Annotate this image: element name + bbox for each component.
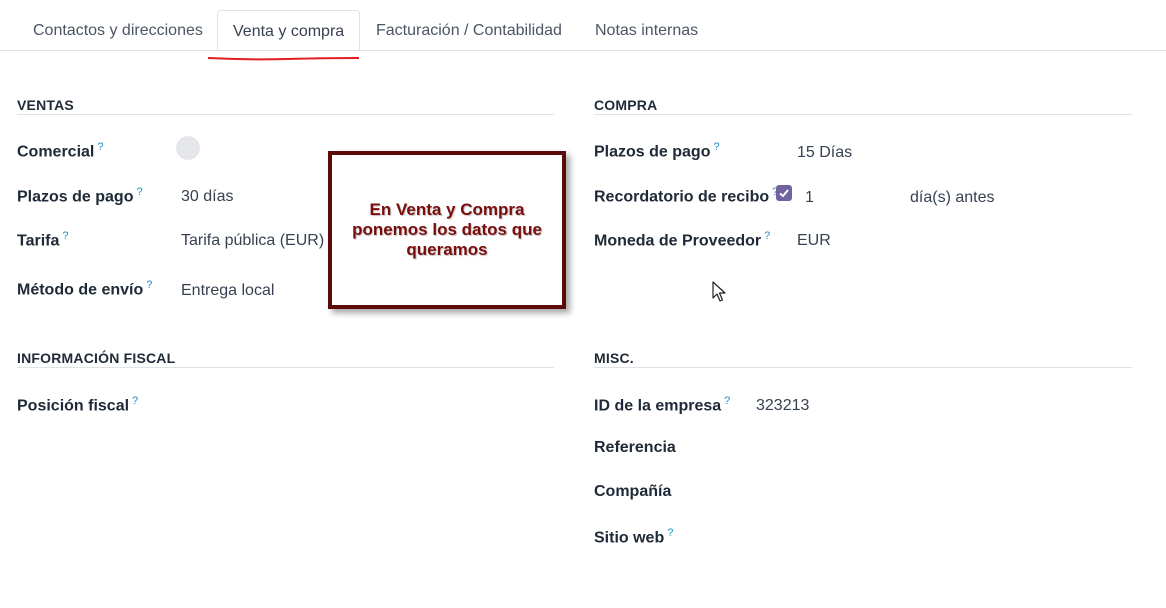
label-id-empresa: ID de la empresa?: [594, 395, 731, 415]
field-tarifa[interactable]: Tarifa pública (EUR): [181, 232, 324, 250]
tab-notas-internas[interactable]: Notas internas: [595, 12, 698, 50]
section-divider: [17, 367, 554, 368]
label-compania: Compañía: [594, 483, 672, 500]
mouse-cursor-icon: [712, 281, 726, 302]
field-metodo-envio[interactable]: Entrega local: [181, 282, 274, 300]
tab-venta-compra[interactable]: Venta y compra: [217, 10, 361, 50]
help-icon[interactable]: ?: [667, 527, 673, 539]
help-icon[interactable]: ?: [62, 230, 68, 242]
section-title-misc: MISC.: [594, 350, 634, 366]
section-divider: [17, 114, 554, 115]
notebook-tabs: Contactos y direcciones Venta y compra F…: [0, 0, 1166, 51]
help-icon[interactable]: ?: [97, 141, 103, 153]
help-icon[interactable]: ?: [724, 395, 730, 407]
field-recordatorio-dias[interactable]: 1: [805, 189, 814, 207]
field-plazos-pago-venta[interactable]: 30 días: [181, 188, 233, 206]
tab-facturacion-contabilidad[interactable]: Facturación / Contabilidad: [376, 12, 562, 50]
label-moneda-proveedor: Moneda de Proveedor?: [594, 230, 771, 250]
recordatorio-suffix: día(s) antes: [910, 189, 995, 206]
avatar[interactable]: [176, 136, 200, 160]
section-divider: [594, 367, 1132, 368]
label-posicion-fiscal: Posición fiscal?: [17, 395, 139, 415]
label-referencia: Referencia: [594, 439, 676, 456]
label-plazos-pago-venta: Plazos de pago?: [17, 186, 143, 206]
label-recordatorio-recibo: Recordatorio de recibo?: [594, 186, 778, 206]
check-icon: [779, 189, 789, 198]
section-title-informacion-fiscal: INFORMACIÓN FISCAL: [17, 350, 176, 366]
recordatorio-checkbox[interactable]: [776, 185, 792, 201]
annotation-text: En Venta y Compra ponemos los datos que …: [352, 200, 542, 259]
label-comercial: Comercial?: [17, 141, 104, 161]
section-divider: [594, 114, 1132, 115]
label-plazos-pago-compra: Plazos de pago?: [594, 141, 720, 161]
label-sitio-web: Sitio web?: [594, 527, 674, 547]
field-plazos-pago-compra[interactable]: 15 Días: [797, 144, 852, 162]
section-title-ventas: VENTAS: [17, 97, 74, 113]
help-icon[interactable]: ?: [136, 186, 142, 198]
label-tarifa: Tarifa?: [17, 230, 69, 250]
help-icon[interactable]: ?: [132, 395, 138, 407]
field-id-empresa[interactable]: 323213: [756, 397, 809, 415]
help-icon[interactable]: ?: [764, 230, 770, 242]
section-title-compra: COMPRA: [594, 97, 658, 113]
help-icon[interactable]: ?: [146, 279, 152, 291]
annotation-callout: En Venta y Compra ponemos los datos que …: [328, 151, 566, 309]
field-moneda-proveedor[interactable]: EUR: [797, 232, 831, 250]
tab-contactos-direcciones[interactable]: Contactos y direcciones: [33, 12, 203, 50]
red-highlight-underline: [207, 57, 360, 61]
label-metodo-envio: Método de envío?: [17, 279, 153, 299]
help-icon[interactable]: ?: [713, 141, 719, 153]
